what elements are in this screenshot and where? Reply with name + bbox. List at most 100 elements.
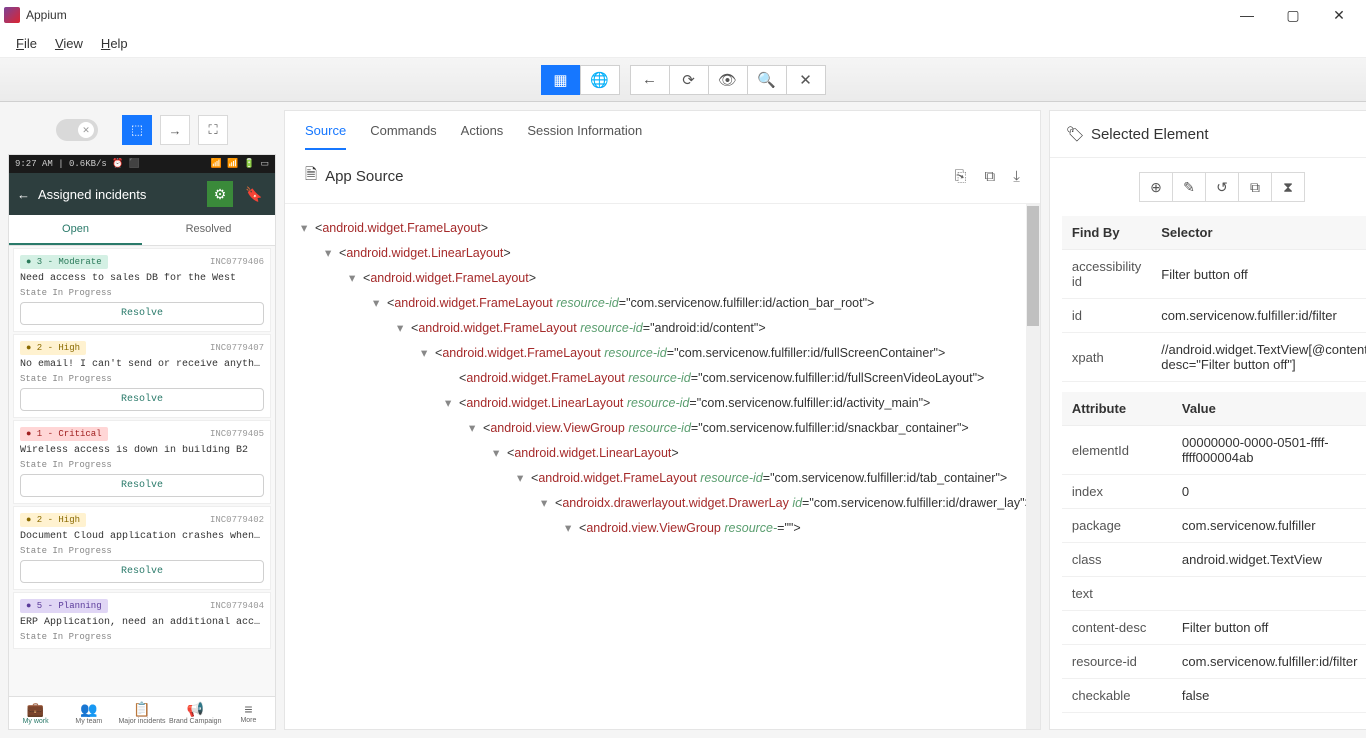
refresh-button[interactable]: ⟳ [669,65,709,95]
expand-button[interactable]: ⛶ [198,115,228,145]
tree-node[interactable]: ▾<android.widget.FrameLayout> [293,266,1032,291]
top-toolbar: ▦ 🌐 ← ⟳ 👁 🔍 ✕ [0,58,1366,102]
table-row[interactable]: packagecom.servicenow.fulfiller [1062,509,1366,543]
table-row[interactable]: checkablefalse [1062,679,1366,713]
phone-header-title: Assigned incidents [38,187,199,202]
window-titlebar: Appium ― ▢ ✕ [0,0,1366,30]
native-mode-button[interactable]: ▦ [541,65,581,95]
download-button[interactable]: ⤓ [1013,168,1020,185]
back-icon[interactable]: ← [17,187,30,202]
phone-statusbar: 9:27 AM | 0.6KB/s ⏰ ⬛ 📶 📶 🔋 ▭ [9,155,275,173]
tap-button[interactable]: ⊕ [1139,172,1173,202]
copy-attrs-button[interactable]: ⧉ [1238,172,1272,202]
resolve-button[interactable]: Resolve [20,302,264,325]
incident-card[interactable]: ● 2 - HighINC0779407No email! I can't se… [13,334,271,418]
table-row[interactable]: content-descFilter button off [1062,611,1366,645]
tab-source[interactable]: Source [305,123,346,150]
status-right: 📶 📶 🔋 ▭ [211,159,269,169]
document-icon: 🗎 [305,164,317,189]
record-toggle[interactable] [56,119,98,141]
tree-node[interactable]: ▾<android.widget.FrameLayout> [293,216,1032,241]
table-row[interactable]: classandroid.widget.TextView [1062,543,1366,577]
attributes-table: Attribute Value elementId00000000-0000-0… [1062,392,1366,713]
copy-xml-button[interactable]: ⎘ [955,168,967,185]
findby-header: Find By [1062,216,1151,250]
tree-scroll-thumb[interactable] [1027,206,1039,326]
table-row[interactable]: xpath//android.widget.TextView[@content-… [1062,333,1366,382]
menu-view[interactable]: View [47,32,91,55]
bottom-nav-item[interactable]: 📋Major incidents [115,697,168,729]
menubar: File View Help [0,30,1366,58]
incident-card[interactable]: ● 1 - CriticalINC0779405Wireless access … [13,420,271,504]
select-element-button[interactable]: ⬚ [122,115,152,145]
tree-scrollbar[interactable] [1026,204,1040,729]
tree-node[interactable]: <android.widget.FrameLayout resource-id=… [293,366,1032,391]
table-row[interactable]: index0 [1062,475,1366,509]
value-header: Value [1172,392,1366,426]
search-button[interactable]: 🔍 [747,65,787,95]
app-source-title: 🗎App Source [305,164,403,189]
send-keys-button[interactable]: ✎ [1172,172,1206,202]
findby-table: Find By Selector accessibility idFilter … [1062,216,1366,382]
table-row[interactable]: text [1062,577,1366,611]
tree-node[interactable]: ▾<android.widget.LinearLayout> [293,241,1032,266]
bottom-nav-item[interactable]: 💼My work [9,697,62,729]
resolve-button[interactable]: Resolve [20,388,264,411]
tab-actions[interactable]: Actions [461,123,504,150]
element-toolbar: ⊕ ✎ ↺ ⧉ ⧗ [1050,158,1366,216]
resolve-button[interactable]: Resolve [20,560,264,583]
close-button[interactable]: ✕ [1316,0,1362,30]
attribute-header: Attribute [1062,392,1172,426]
incident-card[interactable]: ● 3 - ModerateINC0779406Need access to s… [13,248,271,332]
web-mode-button[interactable]: 🌐 [580,65,620,95]
tree-node[interactable]: ▾<android.widget.FrameLayout resource-id… [293,466,1032,491]
tree-node[interactable]: ▾<android.view.ViewGroup resource-id="co… [293,416,1032,441]
tab-resolved[interactable]: Resolved [142,215,275,245]
incident-card[interactable]: ● 5 - PlanningINC0779404ERP Application,… [13,592,271,649]
tree-node[interactable]: ▾<android.widget.LinearLayout> [293,441,1032,466]
table-row[interactable]: idcom.servicenow.fulfiller:id/filter [1062,299,1366,333]
filter-icon[interactable]: ⚙ [207,181,233,207]
menu-help[interactable]: Help [93,32,136,55]
timing-button[interactable]: ⧗ [1271,172,1305,202]
bottom-nav-item[interactable]: ≡More [222,697,275,729]
tree-node[interactable]: ▾<android.widget.FrameLayout resource-id… [293,291,1032,316]
bottom-nav-item[interactable]: 📢Brand Campaign [169,697,222,729]
incident-card[interactable]: ● 2 - HighINC0779402Document Cloud appli… [13,506,271,590]
tag-icon: 🏷 [1066,125,1085,143]
window-controls: ― ▢ ✕ [1224,0,1362,30]
selected-element-pane: 🏷Selected Element ⊕ ✎ ↺ ⧉ ⧗ Find By Sele… [1049,102,1366,738]
tree-node[interactable]: ▾<android.view.ViewGroup resource-=""> [293,516,1032,541]
app-logo-icon [4,7,20,23]
clear-button[interactable]: ↺ [1205,172,1239,202]
tab-open[interactable]: Open [9,215,142,245]
tab-session-info[interactable]: Session Information [527,123,642,150]
table-row[interactable]: accessibility idFilter button off [1062,250,1366,299]
minimize-button[interactable]: ― [1224,0,1270,30]
tab-commands[interactable]: Commands [370,123,436,150]
menu-file[interactable]: File [8,32,45,55]
source-tree[interactable]: ▾<android.widget.FrameLayout>▾<android.w… [285,204,1040,729]
status-left: 9:27 AM | 0.6KB/s ⏰ ⬛ [15,159,140,169]
resolve-button[interactable]: Resolve [20,474,264,497]
phone-tabs: Open Resolved [9,215,275,246]
incident-list[interactable]: ● 3 - ModerateINC0779406Need access to s… [9,246,275,696]
table-row[interactable]: resource-idcom.servicenow.fulfiller:id/f… [1062,645,1366,679]
swipe-button[interactable]: → [160,115,190,145]
source-pane: Source Commands Actions Session Informat… [276,102,1049,738]
tree-node[interactable]: ▾<android.widget.FrameLayout resource-id… [293,341,1032,366]
bookmark-icon[interactable]: 🔖 [241,181,267,207]
bottom-nav-item[interactable]: 👥My team [62,697,115,729]
table-row[interactable]: elementId00000000-0000-0501-ffff-ffff000… [1062,426,1366,475]
copy-button[interactable]: ⧉ [985,168,996,185]
tree-node[interactable]: ▾<androidx.drawerlayout.widget.DrawerLay… [293,491,1032,516]
device-screenshot[interactable]: 9:27 AM | 0.6KB/s ⏰ ⬛ 📶 📶 🔋 ▭ ← Assigned… [8,154,276,730]
eye-button[interactable]: 👁 [708,65,748,95]
phone-bottom-nav: 💼My work👥My team📋Major incidents📢Brand C… [9,696,275,729]
close-session-button[interactable]: ✕ [786,65,826,95]
phone-header: ← Assigned incidents ⚙ 🔖 [9,173,275,215]
tree-node[interactable]: ▾<android.widget.LinearLayout resource-i… [293,391,1032,416]
tree-node[interactable]: ▾<android.widget.FrameLayout resource-id… [293,316,1032,341]
back-button[interactable]: ← [630,65,670,95]
maximize-button[interactable]: ▢ [1270,0,1316,30]
